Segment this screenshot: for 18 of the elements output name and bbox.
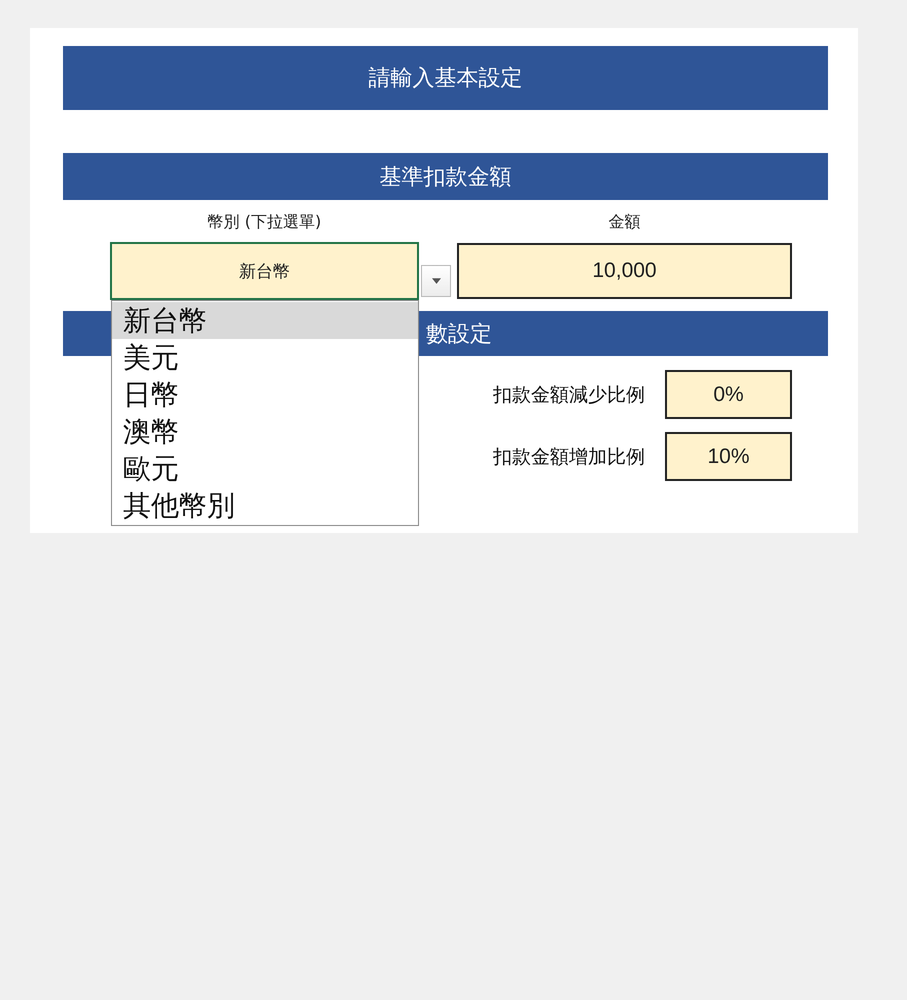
caret-icon bbox=[432, 278, 440, 284]
section-header: 請輸入基本設定 bbox=[63, 46, 828, 110]
field-label: 金額 bbox=[608, 210, 642, 232]
dropdown-list[interactable]: 新台幣 美元 日幣 澳幣 歐元 其他幣別 bbox=[111, 300, 419, 526]
currency-select[interactable]: 新台幣 bbox=[110, 242, 419, 300]
amount-field[interactable]: 10,000 bbox=[457, 243, 792, 299]
section-header: 基準扣款金額 bbox=[63, 153, 828, 200]
percent-field[interactable]: 10% bbox=[665, 432, 792, 481]
field-label: 扣款金額減少比例 bbox=[493, 382, 645, 408]
field-label: 幣別 (下拉選單) bbox=[206, 210, 322, 232]
dropdown-option[interactable]: 其他幣別 bbox=[112, 487, 418, 524]
percent-field[interactable]: 0% bbox=[665, 370, 792, 419]
field-label: 扣款金額增加比例 bbox=[493, 444, 645, 470]
dropdown-option[interactable]: 日幣 bbox=[112, 376, 418, 413]
dropdown-option[interactable]: 新台幣 bbox=[112, 302, 418, 339]
dropdown-option[interactable]: 歐元 bbox=[112, 450, 418, 487]
dropdown-button[interactable] bbox=[421, 265, 451, 297]
dropdown-option[interactable]: 澳幣 bbox=[112, 413, 418, 450]
